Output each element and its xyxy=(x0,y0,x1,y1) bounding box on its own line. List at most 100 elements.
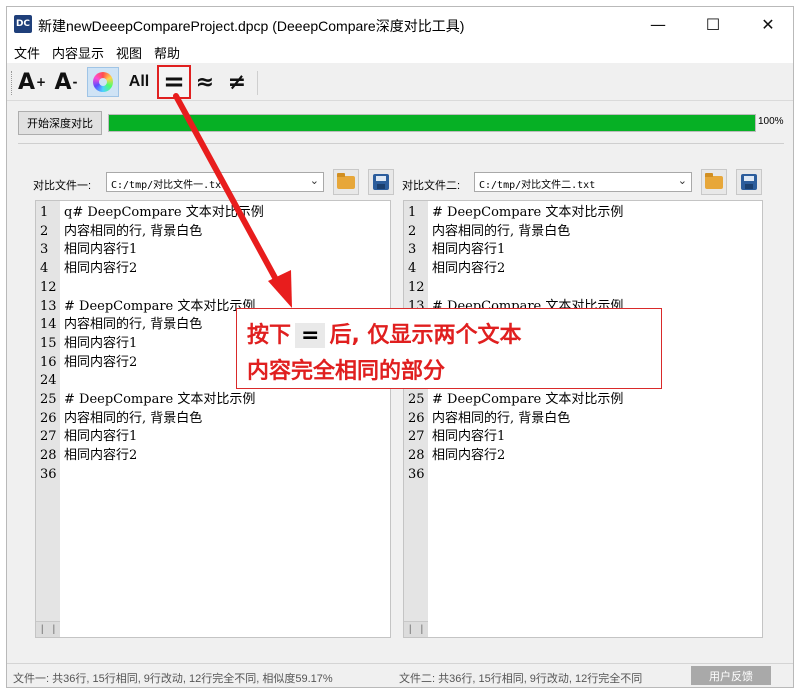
line-number: 14 xyxy=(40,317,57,333)
font-increase-label: A xyxy=(17,69,35,95)
code-line: 相同内容行1 xyxy=(64,335,138,351)
line-number: 28 xyxy=(408,448,425,464)
file1-open-button[interactable] xyxy=(333,169,359,195)
status-file2: 文件二: 共36行, 15行相同, 9行改动, 12行完全不同 xyxy=(399,673,643,685)
line-number: 4 xyxy=(40,261,49,277)
menu-content-display[interactable]: 内容显示 xyxy=(52,43,104,62)
code-line: 相同内容行2 xyxy=(64,448,138,464)
line-number: 1 xyxy=(40,205,49,220)
line-number: 15 xyxy=(40,335,57,351)
maximize-button[interactable]: ☐ xyxy=(690,11,736,37)
file1-save-button[interactable] xyxy=(368,169,394,195)
chevron-down-icon[interactable]: ⌄ xyxy=(678,174,687,187)
code-line: 内容相同的行, 背景白色 xyxy=(64,317,203,333)
horizontal-scrollbar[interactable]: ▏▕ xyxy=(404,621,428,637)
folder-icon xyxy=(337,172,355,189)
code-line: # DeepCompare 文本对比示例 xyxy=(432,392,624,407)
file2-save-button[interactable] xyxy=(736,169,762,195)
title-bar: DC 新建newDeeepCompareProject.dpcp (DeeepC… xyxy=(7,7,793,41)
code-line: # DeepCompare 文本对比示例 xyxy=(432,205,624,220)
file2-path: C:/tmp/对比文件二.txt xyxy=(479,180,596,191)
toolbar: A + A- All = ≈ ≠ xyxy=(7,63,793,101)
annotation-equal-key: = xyxy=(295,323,326,348)
toolbar-grip xyxy=(11,71,13,95)
line-number: 24 xyxy=(40,373,57,389)
left-text-editor[interactable]: ▏▕ 1 q# DeepCompare 文本对比示例 2 内容相同的行, 背景白色 3 相… xyxy=(35,200,391,638)
file1-label: 对比文件一: xyxy=(33,180,92,192)
minimize-button[interactable]: — xyxy=(635,11,681,37)
progress-text: 100% xyxy=(758,116,784,127)
code-line: 内容相同的行, 背景白色 xyxy=(64,410,203,426)
user-feedback-button[interactable]: 用户反馈 xyxy=(691,666,771,685)
font-decrease-sup: - xyxy=(72,75,78,89)
annotation-post: 后, 仅显示两个文本 xyxy=(329,323,522,348)
status-bar: 文件一: 共36行, 15行相同, 9行改动, 12行完全不同, 相似度59.1… xyxy=(7,663,793,687)
show-similar-button[interactable]: ≈ xyxy=(191,67,219,97)
start-compare-button[interactable]: 开始深度对比 xyxy=(18,111,102,135)
app-logo-icon: DC xyxy=(14,15,32,33)
font-decrease-label: A xyxy=(54,69,72,95)
code-line: 相同内容行2 xyxy=(64,354,138,370)
save-icon xyxy=(373,174,389,190)
line-number: 25 xyxy=(408,392,425,407)
show-identical-button[interactable]: = xyxy=(157,65,191,99)
close-button[interactable]: ✕ xyxy=(745,11,791,37)
line-number: 27 xyxy=(408,429,425,445)
color-wheel-icon xyxy=(93,72,113,92)
line-number: 36 xyxy=(40,466,57,482)
line-number: 12 xyxy=(40,279,57,295)
code-line: 相同内容行1 xyxy=(64,429,138,445)
show-all-button[interactable]: All xyxy=(125,67,153,97)
font-increase-button[interactable]: A + xyxy=(17,67,47,97)
right-text-editor[interactable]: ▏▕ 1 # DeepCompare 文本对比示例 2 内容相同的行, 背景白色 3 相同… xyxy=(403,200,763,638)
status-file1: 文件一: 共36行, 15行相同, 9行改动, 12行完全不同, 相似度59.1… xyxy=(13,673,333,685)
line-number: 12 xyxy=(408,279,425,295)
menu-file[interactable]: 文件 xyxy=(14,43,40,62)
code-line: 相同内容行1 xyxy=(432,242,506,258)
progress-fill xyxy=(109,115,755,131)
line-number: 36 xyxy=(408,466,425,482)
file1-path-combo[interactable]: C:/tmp/对比文件一.txt ⌄ xyxy=(106,172,324,192)
font-decrease-button[interactable]: A- xyxy=(51,67,81,97)
annotation-pre: 按下 xyxy=(247,323,292,348)
show-different-button[interactable]: ≠ xyxy=(223,67,251,97)
code-line: 相同内容行1 xyxy=(432,429,506,445)
line-number: 4 xyxy=(408,261,417,277)
line-number: 2 xyxy=(408,223,417,239)
annotation-callout: 按下 = 后, 仅显示两个文本 内容完全相同的部分 xyxy=(236,308,662,389)
file2-path-combo[interactable]: C:/tmp/对比文件二.txt ⌄ xyxy=(474,172,692,192)
horizontal-scrollbar[interactable]: ▏▕ xyxy=(36,621,60,637)
code-line: 相同内容行2 xyxy=(64,261,138,277)
line-number: 26 xyxy=(40,410,57,426)
menu-bar: 文件 内容显示 视图 帮助 xyxy=(7,41,793,63)
menu-view[interactable]: 视图 xyxy=(116,43,142,62)
line-number: 2 xyxy=(40,223,49,239)
chevron-down-icon[interactable]: ⌄ xyxy=(310,174,319,187)
file2-open-button[interactable] xyxy=(701,169,727,195)
line-number: 3 xyxy=(40,242,49,258)
line-number: 16 xyxy=(40,354,57,370)
line-number: 26 xyxy=(408,410,425,426)
file2-label: 对比文件二: xyxy=(402,180,461,192)
menu-help[interactable]: 帮助 xyxy=(154,43,180,62)
code-line: 相同内容行2 xyxy=(432,261,506,277)
code-line: 内容相同的行, 背景白色 xyxy=(64,223,203,239)
line-number: 28 xyxy=(40,448,57,464)
progress-bar xyxy=(108,114,756,132)
line-number: 3 xyxy=(408,242,417,258)
code-line: # DeepCompare 文本对比示例 xyxy=(64,392,256,407)
code-line: 相同内容行2 xyxy=(432,448,506,464)
font-increase-sup: + xyxy=(35,75,47,89)
divider xyxy=(18,143,784,144)
code-line: 内容相同的行, 背景白色 xyxy=(432,410,571,426)
window-title: 新建newDeeepCompareProject.dpcp (DeeepComp… xyxy=(38,18,465,34)
code-line: 相同内容行1 xyxy=(64,242,138,258)
color-scheme-button[interactable] xyxy=(87,67,119,97)
code-line: q# DeepCompare 文本对比示例 xyxy=(64,205,264,220)
folder-icon xyxy=(705,172,723,189)
toolbar-separator xyxy=(257,71,258,95)
annotation-line-2: 内容完全相同的部分 xyxy=(247,359,446,384)
line-number: 25 xyxy=(40,392,57,407)
annotation-line-1: 按下 = 后, 仅显示两个文本 xyxy=(247,317,521,349)
line-number: 13 xyxy=(40,298,57,314)
